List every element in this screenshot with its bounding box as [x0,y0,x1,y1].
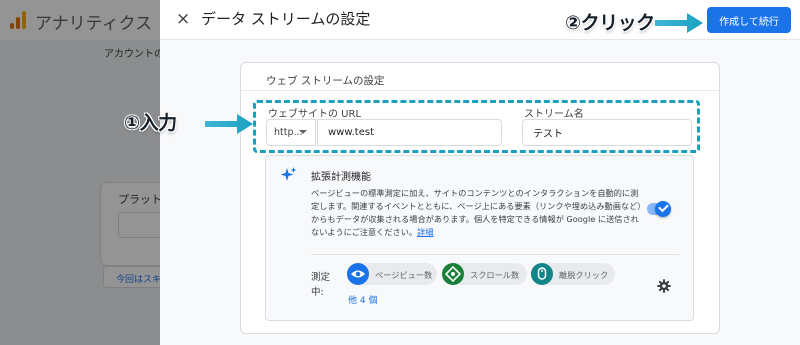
stream-name-input[interactable] [522,119,692,146]
more-events-link[interactable]: 他 4 個 [348,293,377,306]
enhanced-measurement-description: ページビューの標準測定に加え、サイトのコンテンツとのインタラクションを自動的に測… [311,187,643,239]
chip-outbound-clicks: 離脱クリック [531,263,615,285]
gear-icon[interactable] [657,279,671,293]
chip-label: 離脱クリック [559,270,609,280]
protocol-select[interactable]: http... [266,119,316,146]
eye-icon [347,263,369,285]
learn-more-link[interactable]: 詳細 [417,227,433,237]
chip-page-views: ページビュー数 [347,263,437,285]
scroll-target-icon [442,263,464,285]
sparkle-icon [281,167,297,181]
annotation-arrow-icon [205,114,253,134]
mouse-icon [531,263,553,285]
stream-name-label: ストリーム名 [522,105,586,120]
annotation-step2: ②クリック [565,12,655,34]
enhanced-measurement-title: 拡張計測機能 [311,172,371,183]
card-heading: ウェブ ストリームの設定 [266,75,385,87]
panel-title: データ ストリームの設定 [201,10,371,28]
annotation-step1: ①入力 [124,112,177,134]
measuring-label: 測定中: [311,272,331,298]
chevron-down-icon [299,130,307,134]
chip-label: ページビュー数 [375,270,433,280]
chip-label: スクロール数 [470,270,520,280]
create-and-continue-button[interactable]: 作成して続行 [707,7,791,33]
divider [241,90,719,91]
website-url-label: ウェブサイトの URL [266,105,364,120]
close-icon[interactable]: × [176,9,190,29]
annotation-arrow-icon [655,13,703,33]
chip-scrolls: スクロール数 [442,263,527,285]
description-text: ページビューの標準測定に加え、サイトのコンテンツとのインタラクションを自動的に測… [311,188,642,237]
divider [311,254,679,255]
website-url-input[interactable] [317,119,502,146]
